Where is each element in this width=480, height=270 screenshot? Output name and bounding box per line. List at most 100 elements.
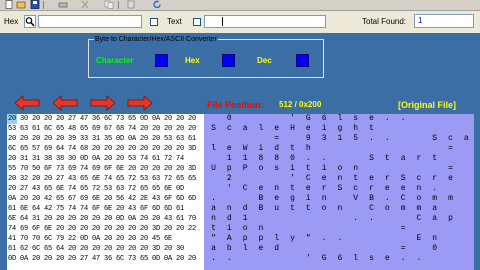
ascii-char: e xyxy=(226,144,232,153)
ascii-row[interactable]: 2 ' Ce n t e r Sc r e xyxy=(204,174,474,184)
first-page-arrow-icon[interactable] xyxy=(14,95,40,111)
ascii-char: e xyxy=(400,184,406,193)
hex-search-label: Hex xyxy=(4,17,19,26)
ascii-row[interactable]: Up Po s i t i o n = xyxy=(204,164,474,174)
ascii-row[interactable]: .. ' G 6 l s e.. xyxy=(204,254,474,264)
ascii-char: g xyxy=(290,194,295,203)
dec-value-box[interactable] xyxy=(296,54,309,67)
text-search-input[interactable] xyxy=(204,15,326,28)
ascii-char: C xyxy=(369,204,374,213)
ascii-char: U xyxy=(211,164,216,173)
hex-row[interactable]: 20 30 20 20 20 27 47 36 6C 73 65 0D 0A 2… xyxy=(8,114,196,124)
ascii-row[interactable]: a b l e d = 0 xyxy=(204,244,474,254)
ascii-char: . xyxy=(211,194,216,203)
prev-page-arrow-icon[interactable] xyxy=(52,95,78,111)
ascii-char: n xyxy=(337,204,343,213)
save-icon[interactable] xyxy=(30,0,40,9)
ascii-char: n xyxy=(274,184,280,193)
hex-row[interactable]: 61 6E 64 42 75 74 74 6F 6E 20 43 6F 6D 6… xyxy=(8,204,184,214)
ascii-char: 8 xyxy=(274,154,280,163)
hex-row[interactable]: 20 20 20 20 20 39 33 31 35 0D 0A 20 20 5… xyxy=(8,134,196,144)
ascii-char: S xyxy=(400,174,406,183)
ascii-char: a xyxy=(432,204,438,213)
ascii-char: l xyxy=(274,234,280,243)
ascii-row[interactable]: ' Ce n t e r Sc r e e n. xyxy=(204,184,474,194)
open-folder-icon[interactable] xyxy=(16,0,26,9)
ascii-char: 1 xyxy=(242,154,248,163)
ascii-row[interactable]: t i o n = xyxy=(204,224,474,234)
hex-row[interactable]: 41 70 70 6C 79 22 0D 0A 20 20 20 20 45 6… xyxy=(8,234,172,244)
ascii-row[interactable]: Sc a l e He i g h t xyxy=(204,124,474,134)
hex-row[interactable]: 74 69 6F 6E 20 20 20 20 20 20 20 20 3D 2… xyxy=(8,224,196,234)
ascii-char: d xyxy=(242,204,248,213)
ascii-char: = xyxy=(400,244,406,253)
hex-row[interactable]: 53 63 61 6C 65 48 65 69 67 68 74 20 20 2… xyxy=(8,124,196,134)
text-search-checkbox[interactable] xyxy=(150,18,158,26)
ascii-char: c xyxy=(416,174,422,183)
ascii-char: t xyxy=(432,154,438,163)
ascii-char: n xyxy=(226,204,232,213)
ascii-char: n xyxy=(258,224,264,233)
ascii-row[interactable]: = 9 3 1 5.. Sc a xyxy=(204,134,474,144)
hex-row[interactable]: 20 31 31 38 38 30 0D 0A 20 20 53 74 61 7… xyxy=(8,154,184,164)
ascii-row[interactable]: n d 1.. Ca p xyxy=(204,214,474,224)
ascii-char: o xyxy=(337,164,343,173)
ascii-char: o xyxy=(321,204,327,213)
ascii-char: e xyxy=(274,124,280,133)
ascii-char: e xyxy=(448,174,453,183)
hex-row[interactable]: 55 70 50 6F 73 69 74 69 6F 6E 20 20 20 2… xyxy=(8,164,196,174)
ascii-char: ' xyxy=(290,174,295,183)
hex-row[interactable]: 6C 65 57 69 64 74 68 20 20 20 20 20 20 2… xyxy=(8,144,196,154)
ascii-row[interactable]: a n d Bu t t o n Co m m a xyxy=(204,204,474,214)
ascii-char: y xyxy=(290,234,295,243)
hex-value-box[interactable] xyxy=(222,54,235,67)
ascii-row[interactable]: 0 ' G 6 l s e.. xyxy=(204,114,474,124)
hex-row[interactable]: 0A 20 20 42 65 67 69 6E 20 56 42 2E 43 6… xyxy=(8,194,196,204)
next-page-arrow-icon[interactable] xyxy=(90,95,116,111)
ascii-char: 3 xyxy=(321,134,327,143)
hex-row[interactable]: 0D 0A 20 20 20 20 27 47 36 6C 73 65 0D 0… xyxy=(8,254,196,264)
ascii-char: a xyxy=(211,204,216,213)
ascii-row[interactable]: l e Wi d t h = xyxy=(204,144,474,154)
ascii-char: m xyxy=(448,194,453,203)
hex-row[interactable]: 20 27 43 65 6E 74 65 72 53 63 72 65 65 6… xyxy=(8,184,184,194)
ascii-char: c xyxy=(353,184,359,193)
hex-view[interactable]: 20 30 20 20 20 27 47 36 6C 73 65 0D 0A 2… xyxy=(7,114,204,270)
cut-icon[interactable] xyxy=(80,0,90,9)
ascii-char: n xyxy=(416,184,422,193)
ascii-char: d xyxy=(226,214,232,223)
ascii-char: t xyxy=(290,144,295,153)
ascii-char: . xyxy=(369,214,374,223)
ascii-char: c xyxy=(226,124,232,133)
character-value-box[interactable] xyxy=(155,54,168,67)
ascii-char: r xyxy=(432,174,438,183)
ascii-view[interactable]: 0 ' G 6 l s e.. Sc a l e He i g h t = 9 3 1 5.. Sc a l e Wi d t h = 1 1… xyxy=(204,114,474,270)
text-option-checkbox[interactable] xyxy=(193,18,201,26)
hex-row[interactable]: 61 62 6C 65 64 20 20 20 20 20 20 20 3D 2… xyxy=(8,244,184,254)
hex-label: Hex xyxy=(185,56,200,65)
ascii-char: h xyxy=(353,124,359,133)
ascii-char: t xyxy=(384,154,390,163)
hex-search-input[interactable] xyxy=(38,15,142,28)
ascii-char: W xyxy=(242,144,248,153)
ascii-char: ' xyxy=(226,184,232,193)
hex-search-button[interactable] xyxy=(24,15,36,28)
ascii-row[interactable]: " Ap p l y ".. En xyxy=(204,234,474,244)
ascii-char: e xyxy=(274,194,280,203)
ascii-row[interactable]: . Be g i n V B. Co m m xyxy=(204,194,474,204)
print-icon[interactable] xyxy=(58,0,68,9)
paste-icon[interactable] xyxy=(126,0,136,9)
hex-row[interactable]: 6E 64 31 20 20 20 20 20 20 0D 0A 20 20 4… xyxy=(8,214,196,224)
hex-row[interactable]: 20 32 20 20 27 43 65 6E 74 65 72 53 63 7… xyxy=(8,174,196,184)
new-file-icon[interactable] xyxy=(4,0,14,9)
ascii-row[interactable]: 1 1 8 8 0.. St a r t xyxy=(204,154,474,164)
refresh-icon[interactable] xyxy=(152,0,162,9)
original-file-label: [Original File] xyxy=(398,100,457,110)
ascii-char: r xyxy=(321,184,327,193)
ascii-char: C xyxy=(305,174,311,183)
ascii-char: e xyxy=(321,174,327,183)
ascii-char: " xyxy=(211,234,216,243)
ascii-char: n xyxy=(353,164,359,173)
copy-icon[interactable] xyxy=(104,0,114,9)
last-page-arrow-icon[interactable] xyxy=(127,95,153,111)
